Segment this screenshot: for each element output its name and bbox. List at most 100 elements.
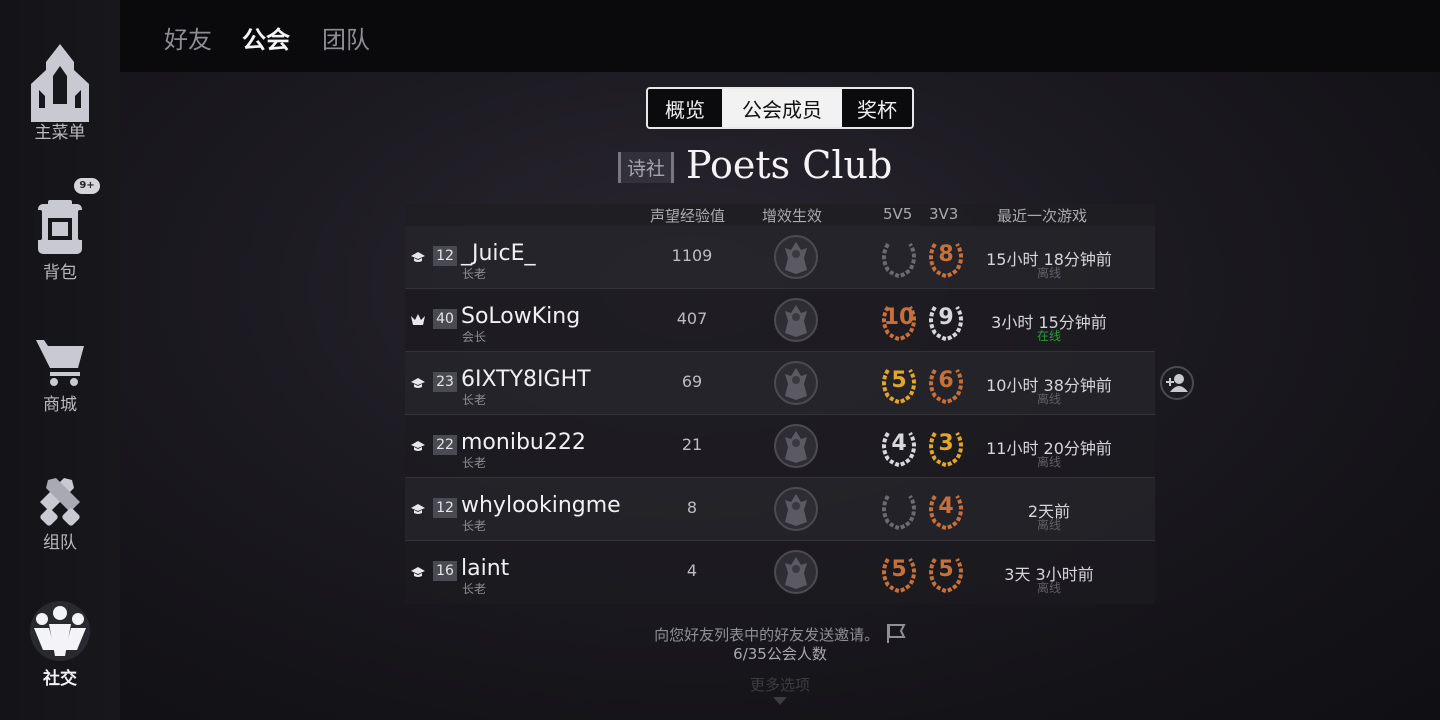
seg-guild-members[interactable]: 公会成员 [722, 89, 842, 127]
online-status: 离线 [1036, 518, 1061, 532]
medal-5v5: 5 [878, 551, 920, 593]
table-row[interactable]: 12 whylookingme 长老 8 4 2天前 离线 [405, 478, 1155, 541]
elder-hat-icon [411, 504, 425, 514]
elder-hat-icon [411, 378, 425, 388]
medal-5v5-value: 5 [891, 557, 907, 582]
add-friend-button[interactable] [1160, 366, 1194, 400]
tab-guild[interactable]: 公会 [242, 20, 290, 55]
guild-segment-control: 概览 公会成员 奖杯 [646, 87, 914, 129]
social-icon [30, 601, 90, 661]
player-level: 40 [433, 309, 457, 329]
player-reputation: 21 [681, 435, 703, 454]
table-row[interactable]: 22 monibu222 长老 21 4 3 11小时 20分钟前 离线 [405, 415, 1155, 478]
medal-3v3: 9 [925, 299, 967, 341]
player-level: 12 [433, 498, 457, 518]
sidebar: 主菜单 背包 9+ 商城 组队 社交 [0, 0, 120, 720]
team-icon [40, 478, 80, 526]
backpack-icon [34, 200, 86, 254]
player-name[interactable]: laint [461, 556, 509, 581]
player-role: 长老 [462, 456, 487, 470]
player-reputation: 407 [676, 309, 708, 328]
invite-text: 向您好友列表中的好友发送邀请。 [560, 622, 1000, 645]
elder-hat-icon [411, 252, 425, 262]
player-role: 长老 [462, 393, 487, 407]
table-row[interactable]: 12 _JuicE_ 长老 1109 8 15小时 18分钟前 离线 [405, 226, 1155, 289]
boost-emblem-icon [774, 298, 818, 342]
medal-3v3-value: 3 [938, 431, 954, 456]
player-role: 长老 [462, 519, 487, 533]
medal-3v3: 3 [925, 425, 967, 467]
boost-emblem-icon [774, 235, 818, 279]
boost-emblem-icon [774, 550, 818, 594]
nav-team[interactable]: 组队 [0, 472, 120, 553]
player-role: 长老 [462, 267, 487, 281]
laurel-wreath-icon [882, 494, 916, 530]
nav-social-label: 社交 [43, 669, 77, 689]
player-role: 长老 [462, 582, 487, 596]
player-reputation: 69 [681, 372, 703, 391]
castle-icon [31, 44, 89, 122]
nav-store-label: 商城 [43, 395, 77, 415]
nav-main-menu[interactable]: 主菜单 [0, 44, 120, 143]
tab-friends[interactable]: 好友 [164, 20, 212, 55]
backpack-badge: 9+ [74, 178, 100, 194]
medal-3v3: 8 [925, 236, 967, 278]
boost-emblem-icon [774, 424, 818, 468]
table-row[interactable]: 16 laint 长老 4 5 5 3天 3小时前 离线 [405, 541, 1155, 604]
player-level: 16 [433, 561, 457, 581]
player-name[interactable]: _JuicE_ [461, 241, 536, 266]
player-name[interactable]: SoLowKing [461, 304, 580, 329]
player-name[interactable]: monibu222 [461, 430, 586, 455]
medal-5v5-value: 5 [891, 368, 907, 393]
nav-main-menu-label: 主菜单 [34, 123, 86, 143]
medal-5v5 [878, 236, 920, 278]
cart-icon [36, 340, 84, 386]
crown-icon [411, 314, 425, 325]
player-reputation: 8 [686, 498, 698, 517]
player-reputation: 4 [686, 561, 698, 580]
online-status: 离线 [1036, 581, 1061, 595]
nav-social[interactable]: 社交 [0, 600, 120, 689]
seg-overview[interactable]: 概览 [648, 89, 722, 127]
online-status: 在线 [1036, 329, 1061, 343]
header-5v5: 5V5 [883, 205, 913, 223]
club-name: Poets Club [686, 143, 893, 187]
table-row[interactable]: 40 SoLowKing 会长 407 10 9 3小时 15分钟前 在线 [405, 289, 1155, 352]
medal-3v3-value: 8 [938, 242, 954, 267]
member-count: 6/35公会人数 [733, 645, 827, 663]
nav-backpack[interactable]: 背包 [0, 200, 120, 283]
table-row[interactable]: 23 6IXTY8IGHT 长老 69 5 6 10小时 38分钟前 离线 [405, 352, 1155, 415]
online-status: 离线 [1036, 266, 1061, 280]
nav-store[interactable]: 商城 [0, 338, 120, 415]
medal-3v3: 6 [925, 362, 967, 404]
medal-3v3-value: 4 [938, 494, 954, 519]
header-last-game: 最近一次游戏 [997, 207, 1088, 225]
player-level: 22 [433, 435, 457, 455]
medal-5v5: 10 [878, 299, 920, 341]
medal-5v5: 5 [878, 362, 920, 404]
more-options-button[interactable]: 更多选项 [700, 674, 860, 695]
header-boost: 增效生效 [762, 207, 823, 225]
medal-3v3: 5 [925, 551, 967, 593]
add-friend-icon [1166, 374, 1188, 392]
nav-team-label: 组队 [43, 533, 77, 553]
members-table-header: 声望经验值 增效生效 5V5 3V3 最近一次游戏 [405, 204, 1155, 226]
tab-group[interactable]: 团队 [322, 20, 370, 55]
boost-emblem-icon [774, 487, 818, 531]
members-table: 12 _JuicE_ 长老 1109 8 15小时 18分钟前 离线 40 SoLowKing… [405, 226, 1155, 604]
player-level: 12 [433, 246, 457, 266]
elder-hat-icon [411, 441, 425, 451]
medal-3v3-value: 9 [938, 305, 954, 330]
chevron-down-icon[interactable] [773, 697, 787, 705]
player-level: 23 [433, 372, 457, 392]
player-name[interactable]: whylookingme [461, 493, 621, 518]
seg-trophies[interactable]: 奖杯 [842, 89, 912, 127]
club-tag: 诗社 [618, 152, 675, 183]
online-status: 离线 [1036, 392, 1061, 406]
flag-icon[interactable] [884, 622, 906, 644]
player-role: 会长 [462, 330, 487, 344]
medal-5v5 [878, 488, 920, 530]
player-name[interactable]: 6IXTY8IGHT [461, 367, 591, 392]
medal-5v5-value: 4 [891, 431, 907, 456]
top-bar: 好友 公会 团队 [120, 0, 1440, 72]
